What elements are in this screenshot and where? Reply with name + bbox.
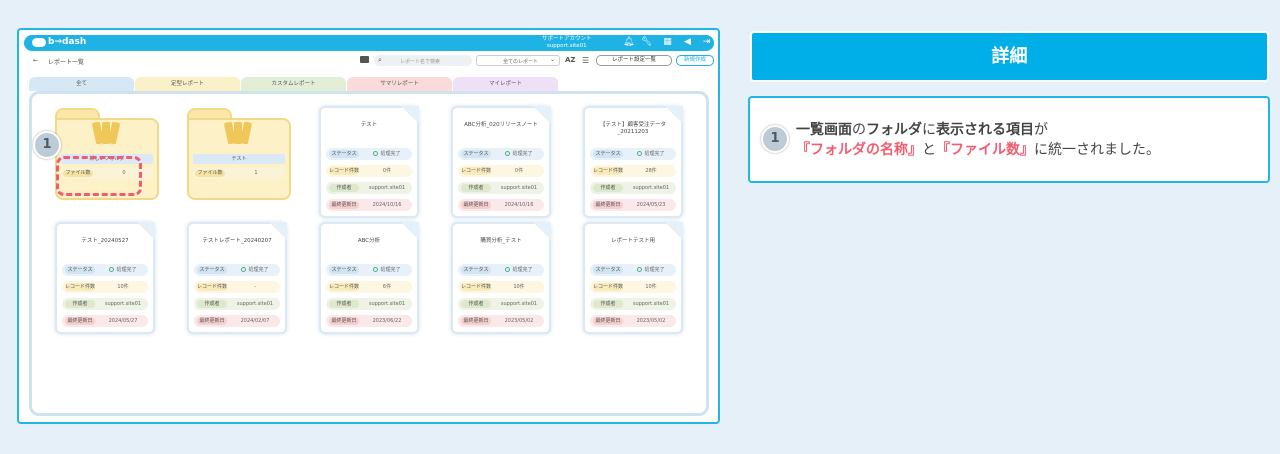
report-card[interactable]: ABC分析_020リリースノートステータス 処理完了 レコード件数 0件 作成者 supp… — [451, 106, 551, 218]
report-card[interactable]: 購買分析_テストステータス 処理完了 レコード件数 10件 作成者 support.sit… — [451, 222, 551, 334]
report-card[interactable]: テスト_20240527 ステータス 処理完了 レコード件数 10件 作成者 support… — [55, 222, 155, 334]
status-check-icon — [505, 267, 511, 272]
account-info[interactable]: サポートアカウント support.site01 — [542, 36, 592, 49]
report-name: ABC分析 — [357, 238, 381, 244]
folder-icon — [91, 120, 121, 146]
report-card[interactable]: 【テスト】顧客受注データ_20211203 ステータス 処理完了 レコード件数 28件作… — [583, 106, 683, 218]
tab-bar: 全て 定型レポート カスタムレポート サマリレポート マイレポート — [29, 77, 559, 91]
report-field-author: 作成者 support.site01 — [458, 182, 544, 194]
report-field-author: 作成者 support.site01 — [194, 298, 280, 310]
report-field-updated: 最終更新日 2024/10/16 — [326, 199, 412, 211]
page-title: レポート一覧 — [48, 59, 85, 66]
back-button[interactable]: ← — [33, 57, 38, 64]
tab-1[interactable]: 定型レポート — [135, 77, 240, 91]
file-count-row: ファイル数 1 — [193, 168, 285, 179]
report-field-updated: 最終更新日 2023/05/02 — [458, 315, 544, 327]
report-card[interactable]: テストレポート_20240207 ステータス 処理完了 レコード件数 - 作成者 suppo… — [187, 222, 287, 334]
logout-icon[interactable]: ⇥ — [701, 37, 712, 48]
report-field-status: ステータス 処理完了 — [62, 264, 148, 276]
report-field-status: ステータス 処理完了 — [458, 148, 544, 160]
report-field-records: レコード件数 - — [194, 281, 280, 293]
report-field-author: 作成者 support.site01 — [62, 298, 148, 310]
report-settings-button[interactable]: レポート設定一覧 — [596, 55, 672, 66]
app-header: b→dash サポートアカウント support.site01 🔔︎ 🔧︎ ▦ ◀… — [24, 35, 714, 51]
report-grid: 新しいフォルダ ファイル数 0 テスト ファイル数 1 テスト ステータス 処理完了 レコード件数… — [29, 91, 709, 416]
report-field-author: 作成者 support.site01 — [590, 298, 676, 310]
folder-name: テスト — [193, 154, 285, 164]
step-badge: 1 — [33, 131, 61, 159]
report-field-records: レコード件数 10件 — [458, 281, 544, 293]
report-field-status: ステータス 処理完了 — [590, 264, 676, 276]
report-field-records: レコード件数 28件 — [590, 165, 676, 177]
chevron-down-icon: ⌄ — [549, 56, 555, 63]
bell-icon[interactable]: 🔔︎ — [623, 37, 634, 48]
report-name: 購買分析_テスト — [480, 238, 522, 244]
tab-3[interactable]: サマリレポート — [347, 77, 452, 91]
detail-step-badge: 1 — [761, 125, 789, 153]
report-field-author: 作成者 support.site01 — [590, 182, 676, 194]
report-field-updated: 最終更新日 2023/06/22 — [326, 315, 412, 327]
tab-2[interactable]: カスタムレポート — [241, 77, 346, 91]
status-check-icon — [373, 267, 379, 272]
report-field-author: 作成者 support.site01 — [326, 298, 412, 310]
folder-icon — [223, 120, 253, 146]
grid-icon[interactable]: ▦ — [662, 37, 673, 48]
status-check-icon — [505, 151, 511, 156]
report-name: 【テスト】顧客受注データ_20211203 — [599, 122, 666, 135]
status-check-icon — [637, 267, 643, 272]
cloud-icon — [32, 37, 46, 47]
report-field-author: 作成者 support.site01 — [458, 298, 544, 310]
list-view-icon[interactable]: ☰ — [582, 56, 589, 65]
status-check-icon — [109, 267, 115, 272]
search-icon: ⌕ — [378, 56, 382, 64]
report-card[interactable]: テストステータス 処理完了 レコード件数 0件 作成者 support.site01 最終更… — [319, 106, 419, 218]
report-field-records: レコード件数 0件 — [326, 165, 412, 177]
app-window: b→dash サポートアカウント support.site01 🔔︎ 🔧︎ ▦ ◀… — [17, 28, 720, 424]
report-field-records: レコード件数 10件 — [590, 281, 676, 293]
report-field-status: ステータス 処理完了 — [326, 148, 412, 160]
tab-0[interactable]: 全て — [29, 77, 134, 91]
report-card[interactable]: レポートテスト用ステータス 処理完了 レコード件数 10件 作成者 support.sit… — [583, 222, 683, 334]
report-field-updated: 最終更新日 2024/05/23 — [590, 199, 676, 211]
toolbar: ← レポート一覧 ⌕ レポート名で検索 全てのレポート ⌄ AZ ☰ レポート設定一… — [24, 55, 714, 67]
report-field-status: ステータス 処理完了 — [590, 148, 676, 160]
report-field-updated: 最終更新日 2024/05/27 — [62, 315, 148, 327]
report-field-status: ステータス 処理完了 — [194, 264, 280, 276]
report-field-updated: 最終更新日 2023/05/02 — [590, 315, 676, 327]
report-field-author: 作成者 support.site01 — [326, 182, 412, 194]
detail-header: 詳細 — [750, 31, 1269, 82]
status-check-icon — [373, 151, 379, 156]
megaphone-icon[interactable]: ◀ — [682, 37, 693, 48]
report-field-status: ステータス 処理完了 — [326, 264, 412, 276]
folder-card[interactable]: テストファイル数 1 — [187, 108, 291, 200]
logo[interactable]: b→dash — [32, 37, 86, 47]
report-field-status: ステータス 処理完了 — [458, 264, 544, 276]
status-check-icon — [241, 267, 247, 272]
tab-4[interactable]: マイレポート — [453, 77, 558, 91]
report-field-updated: 最終更新日 2024/02/07 — [194, 315, 280, 327]
report-field-updated: 最終更新日 2024/10/16 — [458, 199, 544, 211]
search-input[interactable]: ⌕ レポート名で検索 — [374, 55, 472, 66]
report-name: テスト_20240527 — [81, 238, 129, 244]
detail-text: 一覧画面のフォルダに表示される項目が 『フォルダの名称』と『ファイル数』に統一さ… — [796, 122, 1160, 158]
folder-add-icon[interactable] — [360, 56, 369, 63]
new-report-button[interactable]: 新規作成 — [676, 55, 714, 66]
report-field-records: レコード件数 6件 — [326, 281, 412, 293]
report-filter-select[interactable]: 全てのレポート ⌄ — [476, 55, 560, 66]
report-card[interactable]: ABC分析ステータス 処理完了 レコード件数 6件 作成者 support.site01 最… — [319, 222, 419, 334]
status-check-icon — [637, 151, 643, 156]
detail-box: 1 一覧画面のフォルダに表示される項目が 『フォルダの名称』と『ファイル数』に統… — [748, 96, 1270, 183]
sort-az-icon[interactable]: AZ — [565, 56, 576, 64]
report-field-records: レコード件数 0件 — [458, 165, 544, 177]
wrench-icon[interactable]: 🔧︎ — [641, 37, 652, 48]
report-field-records: レコード件数 10件 — [62, 281, 148, 293]
report-name: ABC分析_020リリースノート — [464, 122, 538, 128]
highlight-frame — [56, 156, 142, 196]
report-name: テスト — [360, 122, 378, 128]
report-name: テストレポート_20240207 — [202, 238, 272, 244]
report-name: レポートテスト用 — [610, 238, 655, 244]
